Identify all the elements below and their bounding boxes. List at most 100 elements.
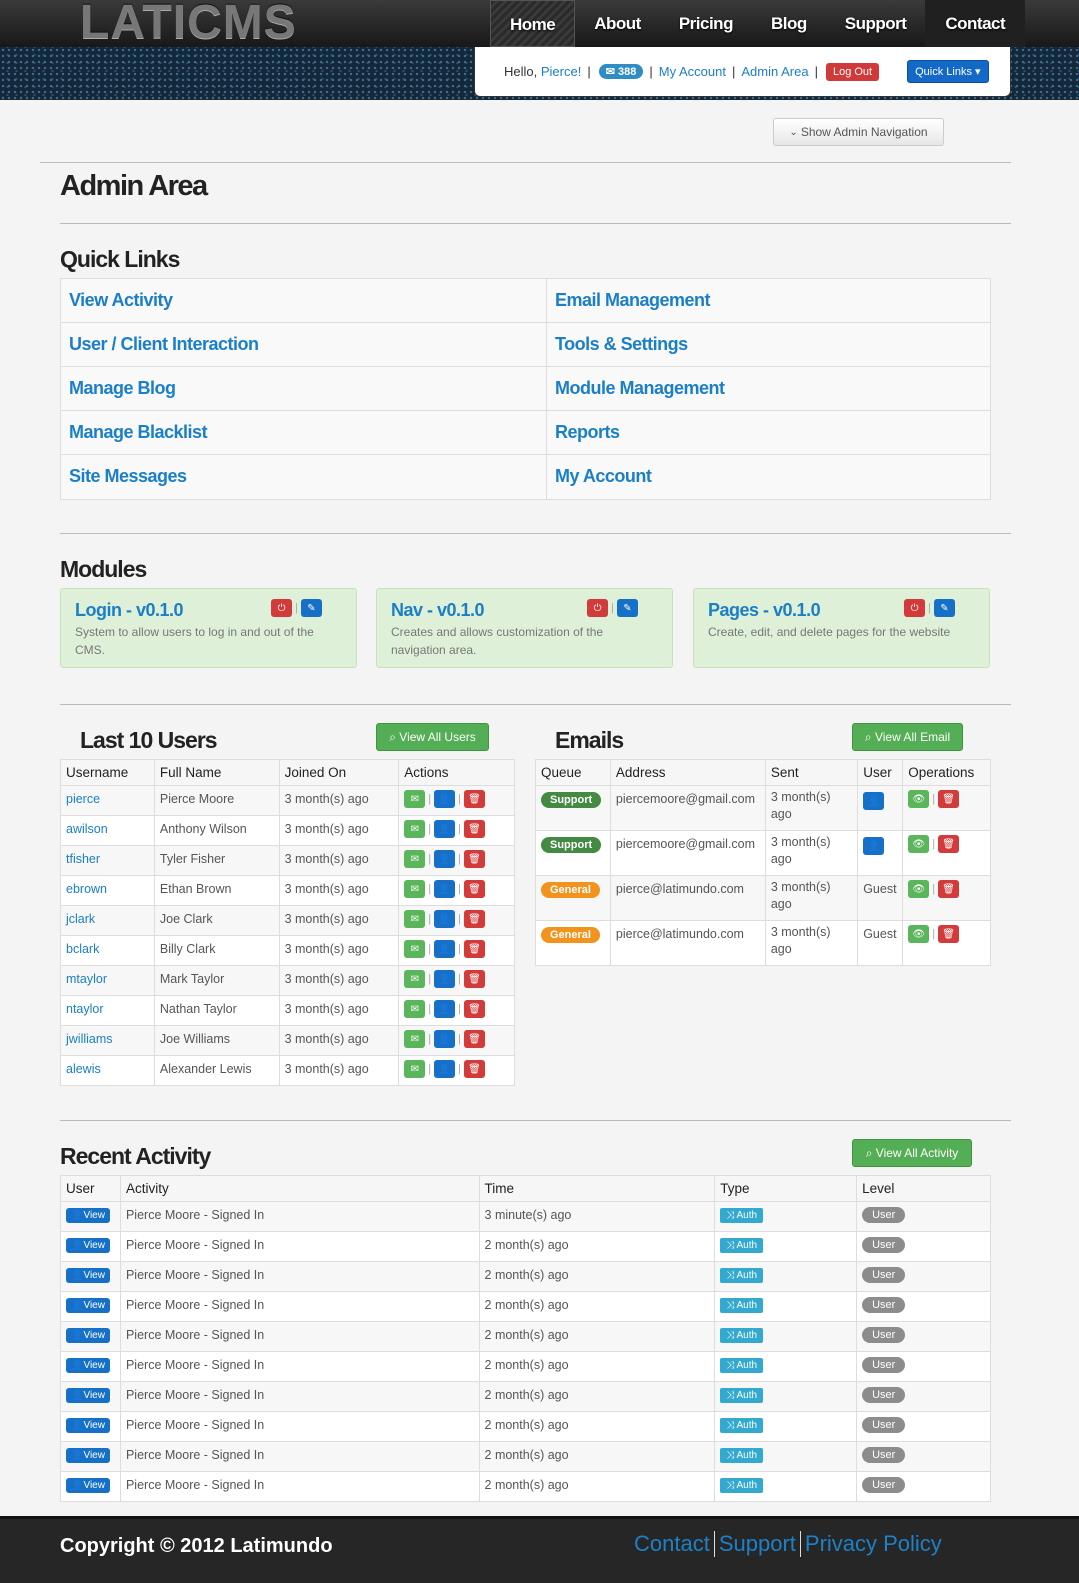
- show-admin-nav-button[interactable]: ⌄ Show Admin Navigation: [773, 118, 944, 146]
- quick-link[interactable]: Manage Blacklist: [61, 411, 547, 454]
- eye-icon[interactable]: 👁: [908, 880, 930, 898]
- separator: |: [428, 1062, 432, 1075]
- quick-link[interactable]: Reports: [547, 411, 990, 454]
- trash-icon[interactable]: 🗑: [464, 850, 485, 868]
- view-all-activity-button[interactable]: ⌕ View All Activity: [852, 1139, 972, 1167]
- trash-icon[interactable]: 🗑: [464, 910, 485, 928]
- footer-contact-link[interactable]: Contact: [630, 1531, 714, 1557]
- logout-button[interactable]: Log Out: [825, 62, 880, 81]
- user-icon: 👤: [71, 1210, 84, 1221]
- user-icon[interactable]: 👤: [434, 790, 456, 808]
- email-icon[interactable]: ✉: [404, 1030, 426, 1048]
- my-account-link[interactable]: My Account: [659, 64, 726, 79]
- quick-link[interactable]: Site Messages: [61, 455, 547, 499]
- edit-icon[interactable]: ✎: [934, 599, 955, 617]
- view-all-users-button[interactable]: ⌕ View All Users: [376, 723, 489, 751]
- nav-pricing[interactable]: Pricing: [660, 0, 752, 47]
- site-logo[interactable]: LATICMS: [80, 0, 297, 48]
- quick-links-dropdown[interactable]: Quick Links ▾: [907, 60, 989, 83]
- user-icon[interactable]: 👤: [434, 1030, 456, 1048]
- email-icon[interactable]: ✉: [404, 820, 426, 838]
- email-icon[interactable]: ✉: [404, 1000, 426, 1018]
- user-icon[interactable]: 👤: [434, 970, 456, 988]
- trash-icon[interactable]: 🗑: [464, 1030, 485, 1048]
- user-icon[interactable]: 👤: [434, 1060, 456, 1078]
- view-user-button[interactable]: 👤View: [66, 1328, 110, 1343]
- username-link[interactable]: Pierce!: [541, 64, 581, 79]
- username-link[interactable]: jwilliams: [66, 1032, 113, 1046]
- email-icon[interactable]: ✉: [404, 790, 426, 808]
- quick-link[interactable]: View Activity: [61, 279, 547, 322]
- user-icon[interactable]: 👤: [863, 837, 885, 855]
- nav-contact[interactable]: Contact: [925, 0, 1026, 47]
- nav-support[interactable]: Support: [826, 0, 926, 47]
- username-link[interactable]: jclark: [66, 912, 95, 926]
- view-user-button[interactable]: 👤View: [66, 1298, 110, 1313]
- power-icon[interactable]: ⏻: [587, 599, 609, 617]
- email-icon[interactable]: ✉: [404, 1060, 426, 1078]
- trash-icon[interactable]: 🗑: [464, 1000, 485, 1018]
- user-icon[interactable]: 👤: [434, 940, 456, 958]
- nav-home[interactable]: Home: [490, 0, 576, 47]
- email-icon[interactable]: ✉: [404, 880, 426, 898]
- user-icon[interactable]: 👤: [863, 792, 885, 810]
- trash-icon[interactable]: 🗑: [938, 835, 960, 853]
- nav-about[interactable]: About: [575, 0, 660, 47]
- quick-link[interactable]: Email Management: [547, 279, 990, 322]
- trash-icon[interactable]: 🗑: [464, 940, 485, 958]
- eye-icon[interactable]: 👁: [908, 835, 930, 853]
- messages-badge[interactable]: ✉ 388: [598, 64, 644, 79]
- user-icon[interactable]: 👤: [434, 820, 456, 838]
- trash-icon[interactable]: 🗑: [938, 880, 960, 898]
- quick-link[interactable]: Tools & Settings: [547, 323, 990, 366]
- trash-icon[interactable]: 🗑: [938, 925, 960, 943]
- admin-area-link[interactable]: Admin Area: [741, 64, 808, 79]
- view-user-button[interactable]: 👤View: [66, 1388, 110, 1403]
- edit-icon[interactable]: ✎: [301, 599, 322, 617]
- quick-link[interactable]: User / Client Interaction: [61, 323, 547, 366]
- username-link[interactable]: awilson: [66, 822, 108, 836]
- trash-icon[interactable]: 🗑: [464, 820, 485, 838]
- footer-support-link[interactable]: Support: [713, 1531, 800, 1557]
- email-icon[interactable]: ✉: [404, 940, 426, 958]
- view-user-button[interactable]: 👤View: [66, 1208, 110, 1223]
- trash-icon[interactable]: 🗑: [938, 790, 960, 808]
- trash-icon[interactable]: 🗑: [464, 1060, 485, 1078]
- eye-icon[interactable]: 👁: [908, 925, 930, 943]
- username-link[interactable]: pierce: [66, 792, 100, 806]
- user-icon[interactable]: 👤: [434, 1000, 456, 1018]
- user-icon[interactable]: 👤: [434, 910, 456, 928]
- email-icon[interactable]: ✉: [404, 910, 426, 928]
- username-link[interactable]: alewis: [66, 1062, 101, 1076]
- view-user-button[interactable]: 👤View: [66, 1418, 110, 1433]
- trash-icon[interactable]: 🗑: [464, 790, 485, 808]
- username-link[interactable]: bclark: [66, 942, 99, 956]
- email-icon[interactable]: ✉: [404, 850, 426, 868]
- quick-link[interactable]: Manage Blog: [61, 367, 547, 410]
- user-icon[interactable]: 👤: [434, 850, 456, 868]
- eye-icon[interactable]: 👁: [908, 790, 930, 808]
- trash-icon[interactable]: 🗑: [464, 970, 485, 988]
- time-cell: 2 month(s) ago: [478, 1441, 716, 1472]
- username-link[interactable]: mtaylor: [66, 972, 107, 986]
- power-icon[interactable]: ⏻: [904, 599, 926, 617]
- view-user-button[interactable]: 👤View: [66, 1448, 110, 1463]
- power-icon[interactable]: ⏻: [271, 599, 293, 617]
- username-link[interactable]: tfisher: [66, 852, 100, 866]
- edit-icon[interactable]: ✎: [617, 599, 638, 617]
- nav-blog[interactable]: Blog: [752, 0, 826, 47]
- quick-link[interactable]: My Account: [547, 455, 990, 499]
- view-user-button[interactable]: 👤View: [66, 1238, 110, 1253]
- view-all-email-button[interactable]: ⌕ View All Email: [852, 723, 963, 751]
- trash-icon[interactable]: 🗑: [464, 880, 485, 898]
- user-icon[interactable]: 👤: [434, 880, 456, 898]
- quick-link[interactable]: Module Management: [547, 367, 990, 410]
- view-user-button[interactable]: 👤View: [66, 1358, 110, 1373]
- email-icon[interactable]: ✉: [404, 970, 426, 988]
- username-link[interactable]: ntaylor: [66, 1002, 104, 1016]
- view-user-button[interactable]: 👤View: [66, 1268, 110, 1283]
- quick-links-row: Manage Blog Module Management: [61, 367, 990, 411]
- username-link[interactable]: ebrown: [66, 882, 107, 896]
- footer-privacy-link[interactable]: Privacy Policy: [799, 1531, 946, 1557]
- view-user-button[interactable]: 👤View: [66, 1478, 110, 1493]
